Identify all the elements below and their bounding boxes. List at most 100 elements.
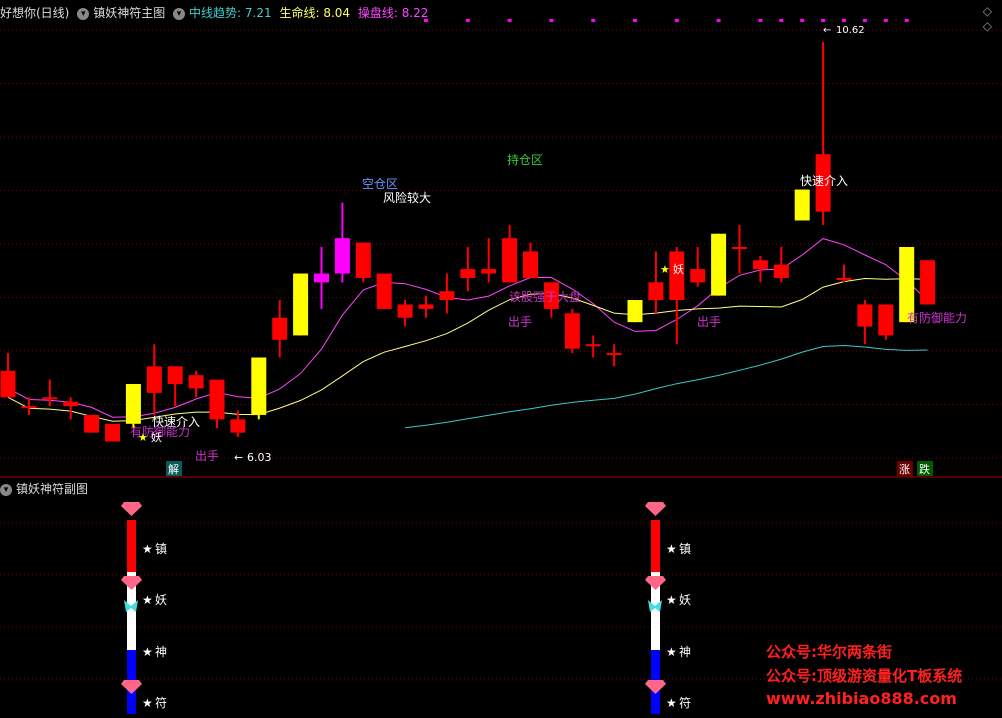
candle[interactable] <box>648 251 664 314</box>
candle[interactable] <box>606 344 622 367</box>
candle[interactable] <box>293 273 309 336</box>
candle-body <box>355 242 371 278</box>
trend-value: 7.21 <box>244 6 272 20</box>
dot-marker <box>842 19 846 22</box>
candle-body <box>376 273 392 309</box>
dropdown-icon[interactable]: ▾ <box>77 7 90 20</box>
candle[interactable] <box>272 300 288 358</box>
candle[interactable] <box>439 273 455 314</box>
candle-body <box>167 366 183 385</box>
annotation-defense-2: 有防御能力 <box>907 310 967 325</box>
stock-name[interactable]: 好想你(日线) <box>0 6 69 20</box>
candle-body <box>125 384 141 424</box>
candle-body <box>481 269 497 274</box>
candle[interactable] <box>752 255 768 283</box>
candle[interactable] <box>669 247 685 345</box>
candle[interactable] <box>836 264 852 283</box>
candle[interactable] <box>167 366 183 407</box>
gem-icon <box>645 576 666 590</box>
candle-body <box>460 269 476 278</box>
operate-line-value: 8.22 <box>401 6 429 20</box>
candle[interactable] <box>460 247 476 292</box>
sub-indicator-title[interactable]: 镇妖神符副图 <box>16 482 88 496</box>
candle[interactable] <box>523 242 538 278</box>
dot-marker <box>800 19 805 22</box>
candle[interactable] <box>376 273 392 309</box>
candle-body <box>564 313 580 349</box>
candle[interactable] <box>690 247 706 287</box>
candlesticks[interactable] <box>0 41 936 442</box>
candle[interactable] <box>815 41 831 225</box>
dot-marker <box>507 19 512 22</box>
watermark-line-1: 公众号:华尔两条街 <box>766 643 892 661</box>
candle-body <box>272 317 288 340</box>
expand-icon[interactable]: ◇ <box>983 19 992 33</box>
gem-icon <box>121 576 142 590</box>
candle[interactable] <box>564 308 580 354</box>
candle[interactable] <box>146 344 162 415</box>
candle[interactable] <box>84 414 100 433</box>
gem-icon <box>645 680 666 694</box>
candle[interactable] <box>502 224 518 283</box>
sub-label-fu-2: 符 <box>679 695 691 710</box>
annotation-empty-zone: 空仓区 <box>362 177 398 191</box>
candle[interactable] <box>481 238 497 283</box>
candle[interactable] <box>711 233 727 296</box>
candle[interactable] <box>314 247 329 309</box>
candle-body <box>878 304 894 336</box>
sub-label-zhen-1: 镇 <box>155 542 167 556</box>
collapse-icon[interactable]: ◇ <box>983 4 992 18</box>
candle[interactable] <box>251 357 267 420</box>
candle[interactable] <box>105 423 120 442</box>
candle-body <box>0 370 16 398</box>
annotation-stronger-than-market: 该股强于大盘 <box>509 289 581 304</box>
candle[interactable] <box>585 335 601 358</box>
candle[interactable] <box>209 379 225 429</box>
dot-marker <box>549 19 554 22</box>
column-segment-red <box>651 520 660 572</box>
candle[interactable] <box>627 300 643 323</box>
dropdown-icon[interactable]: ▾ <box>173 7 186 20</box>
dot-marker <box>883 19 888 22</box>
candle[interactable] <box>878 304 894 340</box>
dot-marker <box>779 19 784 22</box>
candle-body <box>63 401 79 407</box>
candle[interactable] <box>355 242 371 283</box>
candle[interactable] <box>188 370 204 398</box>
gem-icon <box>121 680 142 694</box>
dropdown-icon[interactable]: ▾ <box>0 483 12 496</box>
dot-marker <box>591 19 596 22</box>
sub-chart-panel[interactable]: ★ 镇 ★ 妖 ★ 神 ★ 符 ★ 镇 ★ 妖 ★ 神 ★ 符 ▾ 镇妖神符副图 … <box>0 478 1002 714</box>
main-chart-svg[interactable]: 快速介入 有防御能力 ★ 妖 出手 ← 6.03 空仓区 风险较大 持仓区 该股… <box>0 0 1002 478</box>
candle[interactable] <box>42 379 58 407</box>
candle[interactable] <box>857 300 873 345</box>
candle-body <box>773 264 789 278</box>
candle-body <box>21 406 37 409</box>
candle[interactable] <box>397 300 413 327</box>
operate-line-label: 操盘线: <box>357 6 402 20</box>
candle[interactable] <box>0 353 16 398</box>
main-indicator-title[interactable]: 镇妖神符主图 <box>93 6 165 20</box>
dot-marker <box>716 19 721 22</box>
candle[interactable] <box>63 397 79 420</box>
candle-body <box>836 277 852 280</box>
dot-marker <box>821 19 826 22</box>
candle[interactable] <box>418 295 434 318</box>
candle[interactable] <box>920 260 936 305</box>
candle[interactable] <box>334 202 350 283</box>
candle-body <box>230 419 246 433</box>
candle[interactable] <box>125 384 141 429</box>
candle-body <box>188 375 204 389</box>
life-line-label: 生命线: <box>279 6 324 20</box>
star-icon: ★ <box>142 593 153 607</box>
main-chart-panel[interactable]: 快速介入 有防御能力 ★ 妖 出手 ← 6.03 空仓区 风险较大 持仓区 该股… <box>0 0 1002 478</box>
candle[interactable] <box>732 224 747 274</box>
annotation-yao-1: 妖 <box>151 430 162 444</box>
annotation-chushou-3: 出手 <box>697 315 721 329</box>
star-icon: ★ <box>660 263 670 276</box>
candle-body <box>857 304 873 327</box>
candle-body <box>502 238 518 283</box>
candle-body <box>314 273 329 283</box>
candle[interactable] <box>794 189 810 221</box>
candle[interactable] <box>773 247 789 283</box>
